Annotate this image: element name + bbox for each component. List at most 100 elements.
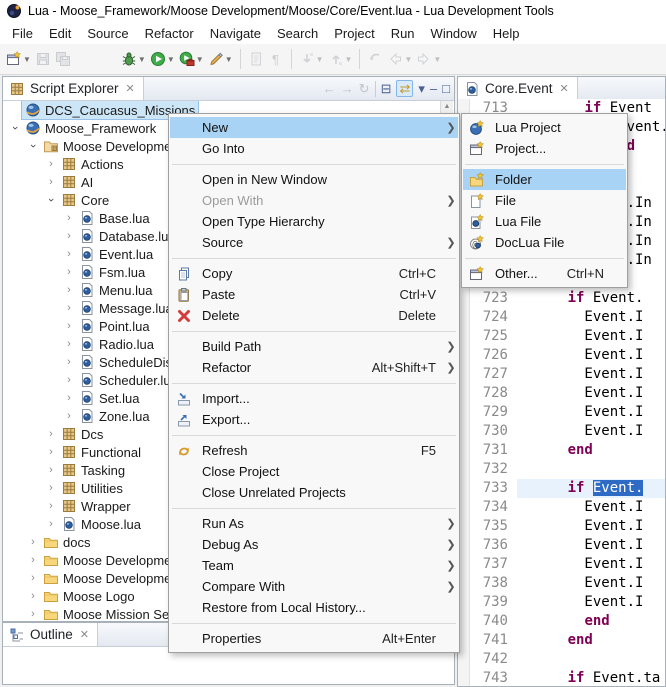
debug-button[interactable]: ▼	[119, 47, 148, 71]
dropdown-caret-icon[interactable]: ▼	[433, 55, 441, 64]
run-config-button[interactable]: ▼	[177, 47, 206, 71]
new-wizard-button[interactable]: ▼	[4, 47, 33, 71]
menubar-project[interactable]: Project	[326, 23, 382, 44]
dropdown-caret-icon[interactable]: ▼	[345, 55, 353, 64]
context-menu-item-team[interactable]: Team❯	[170, 555, 458, 576]
code-line-725[interactable]: 725 Event.I	[470, 327, 665, 346]
code-line-730[interactable]: 730 Event.I	[470, 422, 665, 441]
external-tools-button[interactable]: ▼	[206, 47, 235, 71]
menubar-source[interactable]: Source	[79, 23, 136, 44]
close-icon[interactable]: ✕	[560, 82, 569, 95]
close-icon[interactable]: ✕	[126, 82, 135, 95]
code-line-726[interactable]: 726 Event.I	[470, 346, 665, 365]
minimize-icon[interactable]: –	[430, 82, 437, 95]
view-menu-icon[interactable]: ▾	[418, 82, 425, 95]
expand-arrow-icon[interactable]: ›	[44, 446, 58, 458]
expand-arrow-icon[interactable]: ›	[44, 428, 58, 440]
code-line-734[interactable]: 734 Event.I	[470, 498, 665, 517]
run-button[interactable]: ▼	[148, 47, 177, 71]
tab-outline[interactable]: Outline ✕	[3, 623, 98, 646]
context-menu-item-source[interactable]: Source❯	[170, 232, 458, 253]
context-menu-item-go-into[interactable]: Go Into	[170, 138, 458, 159]
menubar-refactor[interactable]: Refactor	[137, 23, 202, 44]
new-submenu-item-lua-project[interactable]: Lua Project	[463, 117, 626, 138]
expand-arrow-icon[interactable]: ›	[44, 500, 58, 512]
dropdown-caret-icon[interactable]: ▼	[316, 55, 324, 64]
expand-arrow-icon[interactable]: ›	[44, 518, 58, 530]
scroll-up-icon[interactable]: ▲	[441, 101, 453, 112]
menubar-edit[interactable]: Edit	[41, 23, 79, 44]
expand-arrow-icon[interactable]: ›	[44, 176, 58, 188]
maximize-icon[interactable]: □	[442, 82, 450, 95]
code-line-740[interactable]: 740 end	[470, 612, 665, 631]
context-menu-item-debug-as[interactable]: Debug As❯	[170, 534, 458, 555]
context-menu-item-run-as[interactable]: Run As❯	[170, 513, 458, 534]
context-menu-item-refactor[interactable]: RefactorAlt+Shift+T❯	[170, 357, 458, 378]
code-line-735[interactable]: 735 Event.I	[470, 517, 665, 536]
tab-core-event[interactable]: Core.Event ✕	[458, 77, 578, 100]
expand-arrow-icon[interactable]: ›	[26, 554, 40, 566]
code-line-731[interactable]: 731 end	[470, 441, 665, 460]
code-line-732[interactable]: 732	[470, 460, 665, 479]
code-line-736[interactable]: 736 Event.I	[470, 536, 665, 555]
code-line-741[interactable]: 741 end	[470, 631, 665, 650]
context-menu-item-delete[interactable]: DeleteDelete	[170, 305, 458, 326]
new-submenu-item-project[interactable]: Project...	[463, 138, 626, 159]
menubar-navigate[interactable]: Navigate	[202, 23, 269, 44]
dropdown-caret-icon[interactable]: ▼	[138, 55, 146, 64]
context-menu-item-open-in-new-window[interactable]: Open in New Window	[170, 169, 458, 190]
menubar-run[interactable]: Run	[383, 23, 423, 44]
menubar-search[interactable]: Search	[269, 23, 326, 44]
code-line-723[interactable]: 723 if Event.	[470, 289, 665, 308]
dropdown-caret-icon[interactable]: ▼	[23, 55, 31, 64]
expand-arrow-icon[interactable]: ›	[62, 230, 76, 242]
expand-arrow-icon[interactable]: ›	[62, 320, 76, 332]
expand-arrow-icon[interactable]: ›	[62, 392, 76, 404]
collapse-all-icon[interactable]: ⊟	[381, 82, 392, 95]
expand-arrow-icon[interactable]: ›	[26, 536, 40, 548]
context-menu-item-new[interactable]: New❯	[170, 117, 458, 138]
menubar-help[interactable]: Help	[485, 23, 528, 44]
collapse-arrow-icon[interactable]: ›	[27, 139, 39, 153]
context-menu-item-close-project[interactable]: Close Project	[170, 461, 458, 482]
context-menu-item-open-type-hierarchy[interactable]: Open Type Hierarchy	[170, 211, 458, 232]
dropdown-caret-icon[interactable]: ▼	[167, 55, 175, 64]
expand-arrow-icon[interactable]: ›	[62, 338, 76, 350]
code-line-729[interactable]: 729 Event.I	[470, 403, 665, 422]
expand-arrow-icon[interactable]: ›	[26, 608, 40, 620]
expand-arrow-icon[interactable]: ›	[62, 356, 76, 368]
context-menu-item-build-path[interactable]: Build Path❯	[170, 336, 458, 357]
context-menu-item-restore-from-local-history[interactable]: Restore from Local History...	[170, 597, 458, 618]
code-line-739[interactable]: 739 Event.I	[470, 593, 665, 612]
context-menu-item-refresh[interactable]: RefreshF5	[170, 440, 458, 461]
context-menu-item-copy[interactable]: CopyCtrl+C	[170, 263, 458, 284]
context-menu-item-close-unrelated-projects[interactable]: Close Unrelated Projects	[170, 482, 458, 503]
code-line-742[interactable]: 742	[470, 650, 665, 669]
context-menu-item-paste[interactable]: PasteCtrl+V	[170, 284, 458, 305]
context-menu-item-compare-with[interactable]: Compare With❯	[170, 576, 458, 597]
dropdown-caret-icon[interactable]: ▼	[196, 55, 204, 64]
expand-arrow-icon[interactable]: ›	[62, 248, 76, 260]
code-line-724[interactable]: 724 Event.I	[470, 308, 665, 327]
code-line-733[interactable]: 733 if Event.	[470, 479, 665, 498]
link-with-editor-icon[interactable]: ⇄	[396, 80, 413, 97]
expand-arrow-icon[interactable]: ›	[44, 464, 58, 476]
new-submenu-item-folder[interactable]: Folder	[463, 169, 626, 190]
code-line-737[interactable]: 737 Event.I	[470, 555, 665, 574]
code-line-728[interactable]: 728 Event.I	[470, 384, 665, 403]
context-menu-item-import[interactable]: Import...	[170, 388, 458, 409]
expand-arrow-icon[interactable]: ›	[44, 482, 58, 494]
expand-arrow-icon[interactable]: ›	[62, 410, 76, 422]
expand-arrow-icon[interactable]: ›	[26, 590, 40, 602]
new-submenu-item-lua-file[interactable]: Lua File	[463, 211, 626, 232]
expand-arrow-icon[interactable]: ›	[62, 284, 76, 296]
code-line-727[interactable]: 727 Event.I	[470, 365, 665, 384]
new-submenu-item-file[interactable]: File	[463, 190, 626, 211]
code-line-743[interactable]: 743 if Event.ta	[470, 669, 665, 686]
code-line-738[interactable]: 738 Event.I	[470, 574, 665, 593]
dropdown-caret-icon[interactable]: ▼	[404, 55, 412, 64]
context-menu-item-properties[interactable]: PropertiesAlt+Enter	[170, 628, 458, 649]
expand-arrow-icon[interactable]: ›	[62, 302, 76, 314]
collapse-arrow-icon[interactable]: ›	[45, 193, 57, 207]
tab-script-explorer[interactable]: Script Explorer ✕	[3, 77, 144, 100]
